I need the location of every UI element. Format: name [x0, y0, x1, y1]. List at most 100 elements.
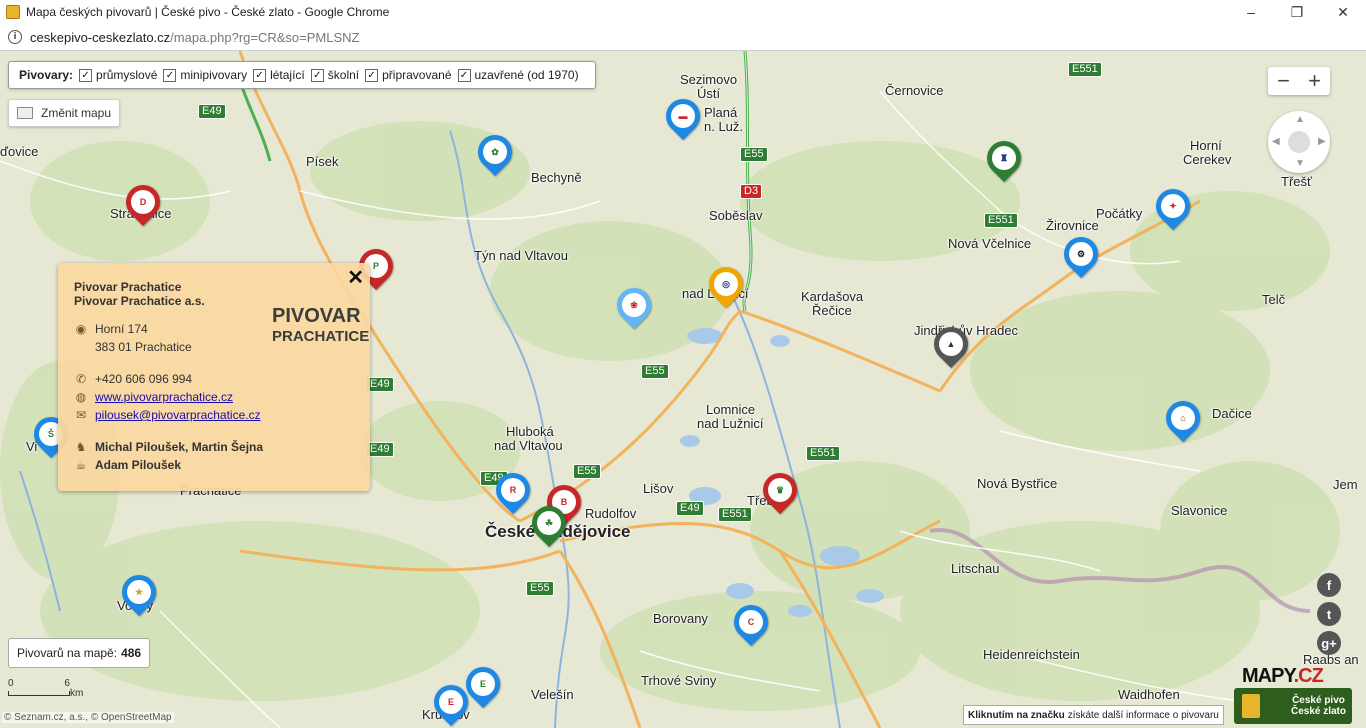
- beer-mug-icon: ☕: [75, 458, 87, 472]
- change-map-button[interactable]: Změnit mapu: [8, 99, 121, 127]
- brewery-pin[interactable]: E: [458, 659, 508, 713]
- close-popup-icon[interactable]: ✕: [347, 265, 364, 290]
- place-label: Lomnice: [706, 402, 756, 417]
- brewery-pin[interactable]: ▬: [658, 91, 708, 145]
- pan-left-icon[interactable]: ◀: [1272, 136, 1280, 147]
- pan-right-icon[interactable]: ▶: [1318, 136, 1326, 147]
- envelope-icon: ✉: [75, 408, 87, 422]
- brewery-filter-panel: Pivovary: ✓ průmyslové ✓ minipivovary ✓ lét…: [8, 61, 596, 89]
- brewery-pin[interactable]: C: [726, 597, 776, 651]
- map-layers-icon: [17, 107, 33, 119]
- twitter-icon[interactable]: t: [1317, 602, 1341, 626]
- map-attribution[interactable]: © Seznam.cz, a.s., © OpenStreetMap: [2, 712, 174, 723]
- brewery-pin[interactable]: ☘: [524, 498, 574, 552]
- brewery-pin[interactable]: ⚙: [1056, 229, 1106, 283]
- road-label: E551: [984, 213, 1018, 228]
- pan-down-icon[interactable]: ▼: [1295, 158, 1305, 169]
- brewery-pin[interactable]: ❀: [609, 280, 659, 334]
- filter-minibrewery[interactable]: ✓ minipivovary: [163, 68, 247, 82]
- place-label: Heidenreichstein: [983, 647, 1080, 662]
- brewery-info-popup: ✕ Pivovar Prachatice Pivovar Prachatice …: [58, 263, 370, 491]
- map-canvas[interactable]: Sezimovo Ústí Planá n. Luž. Černovice Pí…: [0, 51, 1366, 728]
- globe-icon: ◍: [75, 390, 87, 404]
- owner-name: Adam Piloušek: [95, 458, 182, 472]
- google-plus-icon[interactable]: g+: [1317, 631, 1341, 655]
- checkbox-checked-icon[interactable]: ✓: [310, 68, 324, 82]
- logo-text: PIVOVAR: [272, 305, 361, 327]
- facebook-icon[interactable]: f: [1317, 573, 1341, 597]
- filter-closed[interactable]: ✓ uzavřené (od 1970): [457, 68, 579, 82]
- close-window-button[interactable]: ✕: [1320, 0, 1366, 24]
- brewery-pin[interactable]: ✿: [470, 127, 520, 181]
- brewery-pin[interactable]: ▲: [926, 319, 976, 373]
- email-link[interactable]: pilousek@pivovarprachatice.cz: [95, 408, 261, 422]
- brewery-name: Pivovar Prachatice: [74, 280, 182, 294]
- brewer-icon: ♞: [75, 440, 87, 454]
- email-row: ✉ pilousek@pivovarprachatice.cz: [74, 408, 261, 422]
- place-label: Borovany: [653, 611, 708, 626]
- place-label: Jem: [1333, 477, 1358, 492]
- pan-compass[interactable]: ▲ ▼ ◀ ▶: [1268, 111, 1330, 173]
- brewers-row: ♞ Michal Piloušek, Martin Šejna: [74, 440, 263, 454]
- address-bar[interactable]: i ceskepivo-ceskezlato.cz /mapa.php?rg=C…: [0, 24, 1366, 51]
- brewery-pin[interactable]: ⌂: [1158, 393, 1208, 447]
- place-label: Horní: [1190, 138, 1222, 153]
- road-label: E49: [366, 377, 394, 392]
- brewery-pin[interactable]: ✦: [1148, 181, 1198, 235]
- place-label: Soběslav: [709, 208, 763, 223]
- owner-row: ☕ Adam Piloušek: [74, 458, 181, 472]
- window-title: Mapa českých pivovarů | České pivo - Čes…: [26, 5, 390, 19]
- restore-button[interactable]: ❐: [1274, 0, 1320, 24]
- checkbox-checked-icon[interactable]: ✓: [253, 68, 267, 82]
- place-label: Týn nad Vltavou: [474, 248, 568, 263]
- place-label: Bechyně: [531, 170, 582, 185]
- filter-industrial[interactable]: ✓ průmyslové: [79, 68, 157, 82]
- brewery-pin[interactable]: ◎: [701, 259, 751, 313]
- mapy-logo-text: MAPY: [1242, 665, 1295, 687]
- count-label: Pivovarů na mapě:: [17, 646, 118, 660]
- mapy-cz-logo[interactable]: MAPY.CZ: [1242, 665, 1324, 688]
- website-link[interactable]: www.pivovarprachatice.cz: [95, 390, 233, 404]
- filter-planned[interactable]: ✓ připravované: [365, 68, 452, 82]
- road-label: E55: [526, 581, 554, 596]
- checkbox-checked-icon[interactable]: ✓: [79, 68, 93, 82]
- place-label: Počátky: [1096, 206, 1143, 221]
- place-label: Slavonice: [1171, 503, 1228, 518]
- filter-school[interactable]: ✓ školní: [310, 68, 359, 82]
- minimize-button[interactable]: –: [1228, 0, 1274, 24]
- place-label: Litschau: [951, 561, 1000, 576]
- site-info-icon[interactable]: i: [8, 30, 22, 44]
- hint-text: získáte další informace o pivovaru: [1067, 709, 1219, 721]
- place-label: Rudolfov: [585, 506, 637, 521]
- address-street: Horní 174: [95, 322, 148, 336]
- place-label: Planá: [704, 105, 738, 120]
- checkbox-checked-icon[interactable]: ✓: [365, 68, 379, 82]
- road-label: E49: [366, 442, 394, 457]
- brewery-pin[interactable]: ★: [114, 567, 164, 621]
- place-label: Nová Včelnice: [948, 236, 1032, 251]
- brewery-pin[interactable]: E: [426, 677, 476, 728]
- location-pin-icon: ◉: [75, 322, 87, 336]
- brewery-pin[interactable]: ♜: [979, 133, 1029, 187]
- cp-logo-line1: České pivo: [1292, 695, 1345, 706]
- mapy-logo-suffix: .CZ: [1293, 665, 1324, 687]
- count-value: 486: [121, 646, 142, 660]
- brewery-pin[interactable]: R: [488, 465, 538, 519]
- url-host: ceskepivo-ceskezlato.cz: [30, 29, 171, 45]
- zoom-in-button[interactable]: +: [1299, 67, 1330, 95]
- brewery-pin[interactable]: D: [118, 177, 168, 231]
- beer-favicon-icon: [6, 5, 20, 19]
- place-label: Sezimovo: [680, 72, 738, 87]
- pan-up-icon[interactable]: ▲: [1295, 114, 1305, 125]
- compass-center-icon[interactable]: [1288, 131, 1310, 153]
- brewery-count: Pivovarů na mapě: 486: [8, 638, 151, 668]
- ceske-pivo-logo[interactable]: České pivo České zlato: [1234, 688, 1352, 724]
- zoom-out-button[interactable]: −: [1268, 67, 1299, 95]
- brewery-pin[interactable]: ♛: [755, 465, 805, 519]
- brewery-logo: PIVOVAR PRACHATICE: [272, 291, 369, 353]
- filter-flying[interactable]: ✓ létající: [253, 68, 305, 82]
- beer-glass-icon: [1242, 694, 1260, 718]
- place-label: Nová Bystřice: [977, 476, 1058, 491]
- checkbox-checked-icon[interactable]: ✓: [457, 68, 471, 82]
- checkbox-checked-icon[interactable]: ✓: [163, 68, 177, 82]
